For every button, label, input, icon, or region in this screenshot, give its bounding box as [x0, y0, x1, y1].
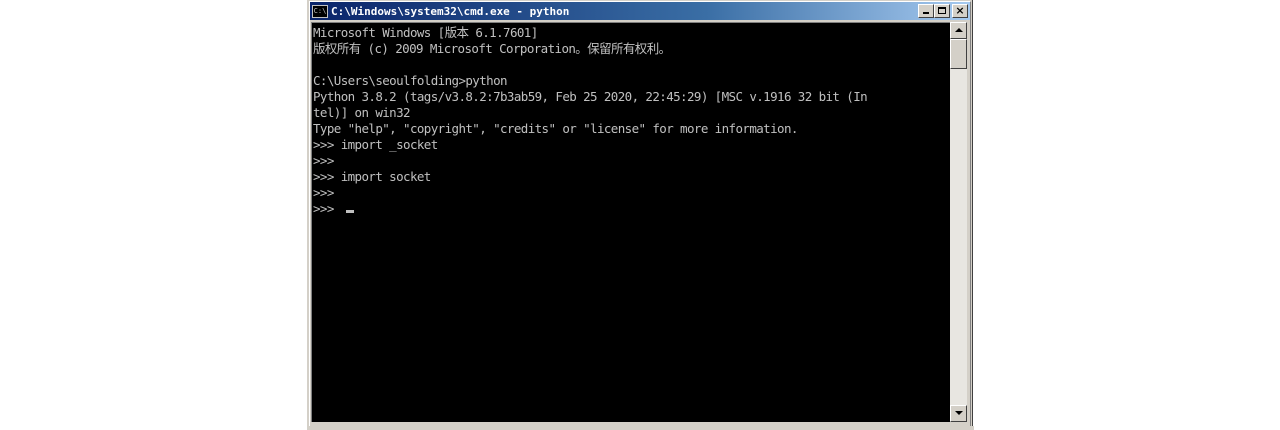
scroll-thumb[interactable]: [950, 39, 967, 69]
console-line: Microsoft Windows [版本 6.1.7601]: [313, 25, 538, 40]
text-cursor: [346, 210, 354, 213]
console-line: Type "help", "copyright", "credits" or "…: [313, 121, 798, 136]
console-line: Python 3.8.2 (tags/v3.8.2:7b3ab59, Feb 2…: [313, 89, 868, 104]
console-line: tel)] on win32: [313, 105, 411, 120]
close-button[interactable]: ×: [952, 4, 968, 18]
console-line: C:\Users\seoulfolding>python: [313, 73, 508, 88]
console-line: >>>: [313, 153, 334, 168]
arrow-up-icon: [955, 28, 963, 32]
cmd-icon[interactable]: C:\: [312, 4, 328, 18]
console-line: 版权所有 (c) 2009 Microsoft Corporation。保留所有…: [313, 41, 671, 56]
minimize-button[interactable]: [918, 4, 934, 18]
console-line: >>>: [313, 185, 334, 200]
window-title: C:\Windows\system32\cmd.exe - python: [331, 4, 570, 18]
title-buttons: ×: [918, 4, 968, 18]
arrow-down-icon: [955, 411, 963, 415]
title-bar[interactable]: C:\ C:\Windows\system32\cmd.exe - python…: [310, 2, 970, 20]
minimize-icon: [923, 12, 929, 14]
vertical-scrollbar[interactable]: [950, 22, 967, 422]
cmd-window[interactable]: C:\ C:\Windows\system32\cmd.exe - python…: [307, 0, 974, 430]
console-output[interactable]: Microsoft Windows [版本 6.1.7601] 版权所有 (c)…: [311, 22, 950, 422]
window-bottom-edge: [308, 426, 974, 430]
scroll-up-button[interactable]: [950, 22, 967, 39]
console-line: >>> import socket: [313, 169, 431, 184]
maximize-button[interactable]: [934, 4, 950, 18]
maximize-icon: [938, 7, 946, 14]
scroll-down-button[interactable]: [950, 405, 967, 422]
console-line: >>> import _socket: [313, 137, 438, 152]
close-icon: ×: [955, 4, 965, 17]
console-prompt-line: >>>: [313, 201, 341, 216]
